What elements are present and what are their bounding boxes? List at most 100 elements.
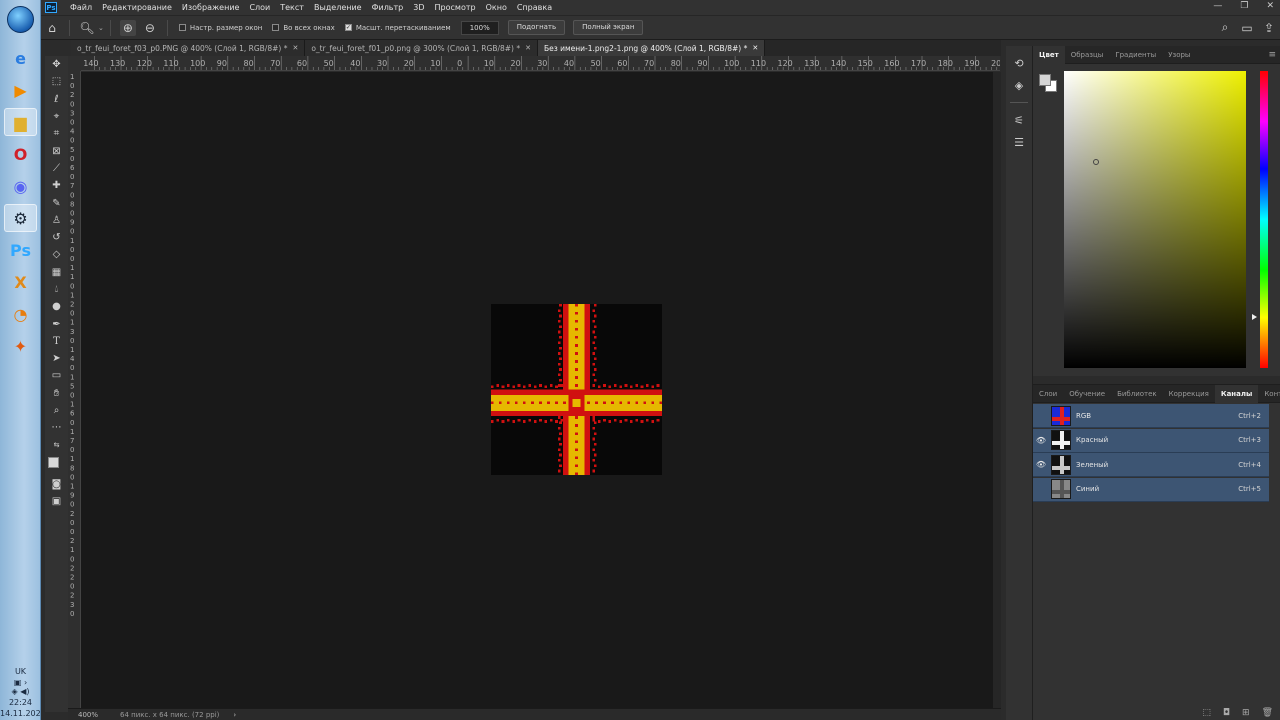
- language-indicator[interactable]: UK: [0, 667, 41, 676]
- pen-tool-icon[interactable]: ✒: [45, 315, 68, 332]
- menu-item[interactable]: Справка: [512, 3, 557, 12]
- foreground-color-chip[interactable]: [48, 456, 59, 468]
- history-panel-icon[interactable]: ⟲: [1006, 52, 1032, 74]
- menu-item[interactable]: 3D: [408, 3, 429, 12]
- channel-row[interactable]: Синий Ctrl+5: [1033, 477, 1269, 502]
- taskbar-discord-icon[interactable]: ◉: [4, 172, 37, 200]
- healing-brush-tool-icon[interactable]: ✚: [45, 177, 68, 194]
- color-picker-cursor[interactable]: [1093, 159, 1099, 165]
- hand-tool-icon[interactable]: ✋︎: [45, 385, 68, 402]
- share-icon[interactable]: ⇪: [1261, 20, 1277, 36]
- clock-time[interactable]: 22:24: [0, 698, 41, 707]
- channel-row[interactable]: RGB Ctrl+2: [1033, 404, 1269, 428]
- screen-mode-icon[interactable]: ▣: [45, 493, 68, 510]
- menu-item[interactable]: Слои: [244, 3, 275, 12]
- properties-panel-icon[interactable]: ◈: [1006, 74, 1032, 96]
- maximize-icon[interactable]: ❐: [1240, 1, 1248, 11]
- channels-tab[interactable]: Библиотек: [1111, 385, 1163, 403]
- quick-select-tool-icon[interactable]: ⌖: [45, 108, 68, 125]
- workspace-icon[interactable]: ▭: [1239, 20, 1255, 36]
- zoom-out-icon[interactable]: ⊖: [142, 20, 158, 36]
- swap-colors-icon[interactable]: ⇆: [45, 437, 68, 454]
- home-icon[interactable]: ⌂: [44, 20, 60, 36]
- status-zoom[interactable]: 400%: [78, 711, 98, 719]
- load-selection-icon[interactable]: ⬚: [1202, 708, 1211, 718]
- saturation-value-field[interactable]: [1064, 71, 1246, 368]
- eyedropper-tool-icon[interactable]: ⟋: [45, 160, 68, 177]
- taskbar-opera-icon[interactable]: O: [4, 140, 37, 168]
- tray-icons[interactable]: ▣ › ◈ ◀): [0, 678, 41, 696]
- panel-color-chips[interactable]: [1039, 74, 1059, 94]
- menu-item[interactable]: Редактирование: [97, 3, 177, 12]
- rectangle-tool-icon[interactable]: ▭: [45, 367, 68, 384]
- clock-date[interactable]: 14.11.2020: [0, 709, 46, 718]
- minimize-icon[interactable]: —: [1213, 1, 1222, 11]
- fill-screen-button[interactable]: Полный экран: [573, 20, 644, 35]
- crop-tool-icon[interactable]: ⌗: [45, 125, 68, 142]
- taskbar-explorer-icon[interactable]: ▆: [4, 108, 37, 136]
- search-icon[interactable]: ⌕: [1217, 20, 1233, 36]
- channels-tab[interactable]: Контуры: [1258, 385, 1280, 403]
- marquee-tool-icon[interactable]: ⬚: [45, 73, 68, 90]
- eraser-tool-icon[interactable]: ◇: [45, 246, 68, 263]
- close-tab-icon[interactable]: ✕: [752, 44, 758, 52]
- scrubby-zoom-checkbox[interactable]: ✓ Масшт. перетаскиванием: [344, 24, 451, 32]
- color-tab[interactable]: Узоры: [1162, 46, 1196, 64]
- lasso-tool-icon[interactable]: ℓ: [45, 91, 68, 108]
- stamp-tool-icon[interactable]: ♙: [45, 212, 68, 229]
- status-arrow-icon[interactable]: ›: [233, 711, 236, 719]
- taskbar-ie-icon[interactable]: e: [4, 44, 37, 72]
- zoom-tool-preset-icon[interactable]: 🔍︎: [79, 20, 95, 36]
- zoom-tool-icon[interactable]: ⌕: [45, 402, 68, 419]
- taskbar-steam-icon[interactable]: ⚙: [4, 204, 37, 232]
- taskbar-game-app-icon[interactable]: ✦: [4, 332, 37, 360]
- panel-foreground-chip[interactable]: [1039, 74, 1051, 86]
- channels-tab[interactable]: Слои: [1033, 385, 1063, 403]
- vertical-scrollbar[interactable]: [993, 72, 1001, 708]
- save-selection-icon[interactable]: ◘: [1223, 708, 1230, 718]
- menu-item[interactable]: Файл: [65, 3, 97, 12]
- brush-tool-icon[interactable]: ✎: [45, 194, 68, 211]
- menu-item[interactable]: Выделение: [309, 3, 367, 12]
- hue-slider-handle[interactable]: [1252, 314, 1257, 320]
- channels-tab[interactable]: Обучение: [1063, 385, 1111, 403]
- color-tab[interactable]: Градиенты: [1109, 46, 1162, 64]
- visibility-eye-icon[interactable]: [1033, 404, 1049, 428]
- document-tab[interactable]: o_tr_feui_foret_f01_p0.png @ 300% (Слой …: [305, 40, 538, 56]
- visibility-eye-icon[interactable]: 👁︎: [1033, 453, 1049, 477]
- color-tab[interactable]: Цвет: [1033, 45, 1065, 64]
- channel-row[interactable]: 👁︎ Зеленый Ctrl+4: [1033, 453, 1269, 477]
- adjustments-panel-icon[interactable]: ☰: [1006, 131, 1032, 153]
- menu-item[interactable]: Текст: [275, 3, 309, 12]
- taskbar-xampp-icon[interactable]: X: [4, 268, 37, 296]
- color-chips[interactable]: [45, 454, 68, 476]
- close-icon[interactable]: ✕: [1266, 1, 1274, 11]
- all-windows-checkbox[interactable]: Во всех окнах: [272, 24, 335, 32]
- visibility-eye-icon[interactable]: 👁︎: [1033, 428, 1049, 452]
- document-canvas[interactable]: [491, 304, 662, 475]
- quick-mask-icon[interactable]: ◙: [45, 476, 68, 493]
- color-tab[interactable]: Образцы: [1065, 46, 1110, 64]
- close-tab-icon[interactable]: ✕: [292, 44, 298, 52]
- menu-item[interactable]: Просмотр: [430, 3, 481, 12]
- taskbar-photoshop-icon[interactable]: Ps: [4, 236, 37, 264]
- frame-tool-icon[interactable]: ⊠: [45, 142, 68, 159]
- channels-tab[interactable]: Каналы: [1214, 384, 1259, 403]
- path-select-tool-icon[interactable]: ➤: [45, 350, 68, 367]
- move-tool-icon[interactable]: ✥: [45, 56, 68, 73]
- new-channel-icon[interactable]: ⊞: [1242, 708, 1250, 718]
- history-brush-tool-icon[interactable]: ↺: [45, 229, 68, 246]
- more-tools-icon[interactable]: ⋯: [45, 419, 68, 436]
- visibility-eye-icon[interactable]: [1033, 477, 1049, 501]
- taskbar-blender-icon[interactable]: ◔: [4, 300, 37, 328]
- zoom-value-field[interactable]: 100%: [460, 20, 499, 35]
- channels-tab[interactable]: Коррекция: [1163, 385, 1215, 403]
- resize-windows-checkbox[interactable]: Настр. размер окон: [178, 24, 262, 32]
- document-tab[interactable]: o_tr_feui_foret_f03_p0.PNG @ 400% (Слой …: [71, 40, 306, 56]
- channel-row[interactable]: 👁︎ Красный Ctrl+3: [1033, 428, 1269, 453]
- document-tab[interactable]: Без имени-1.png2-1.png @ 400% (Слой 1, R…: [537, 40, 766, 56]
- fit-screen-button[interactable]: Подогнать: [507, 20, 566, 35]
- panel-menu-icon[interactable]: ≡: [1268, 50, 1276, 60]
- canvas-area[interactable]: [81, 72, 993, 708]
- delete-channel-icon[interactable]: 🗑︎: [1262, 708, 1273, 718]
